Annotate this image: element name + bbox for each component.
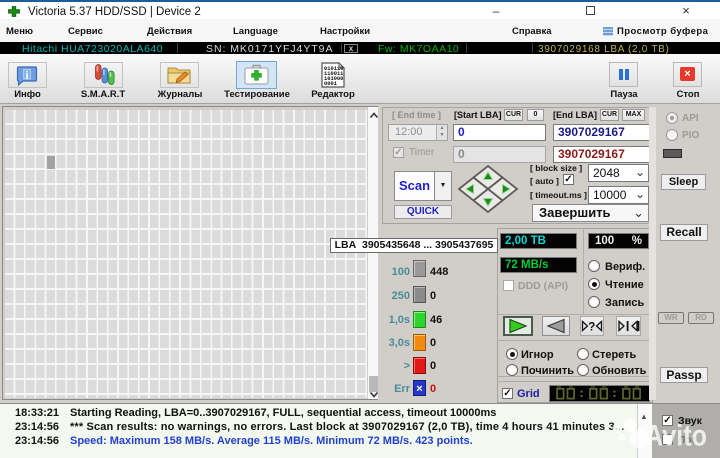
svg-text:i: i xyxy=(25,70,28,82)
svg-text:Avito: Avito xyxy=(645,420,707,453)
svg-text:?: ? xyxy=(588,322,595,334)
svg-text:0001: 0001 xyxy=(324,81,337,87)
